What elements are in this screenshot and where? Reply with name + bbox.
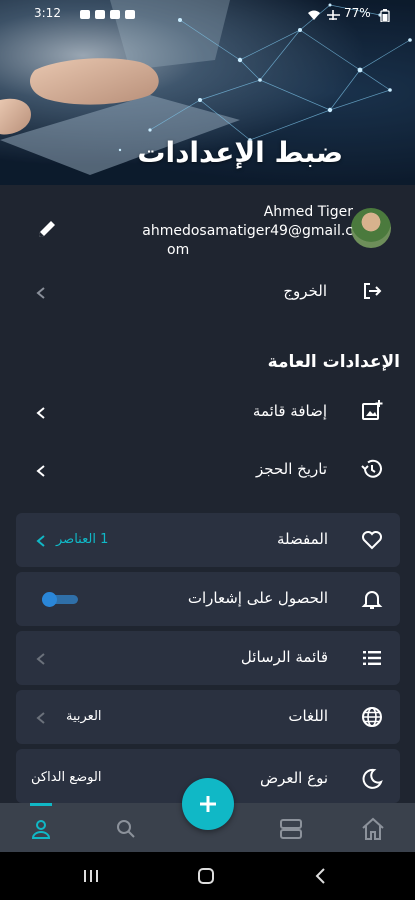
booking-history-label: تاريخ الحجز: [256, 460, 327, 478]
nav-bookings-icon[interactable]: [278, 817, 304, 845]
profile-email-line2: om: [167, 242, 190, 258]
history-icon: [360, 457, 384, 481]
profile-info: Ahmed Tiger ahmedosamatiger49@gmail.c om: [103, 203, 353, 260]
add-list-row[interactable]: إضافة قائمة: [0, 390, 415, 434]
favorites-label: المفضلة: [276, 530, 328, 548]
languages-card[interactable]: العربية اللغات: [16, 690, 400, 744]
general-settings-title: الإعدادات العامة: [267, 352, 400, 372]
chevron-left-icon: [34, 710, 48, 724]
current-display-mode: الوضع الداكن: [31, 770, 102, 785]
globe-icon: [360, 705, 384, 729]
heart-icon: [360, 528, 384, 552]
current-language: العربية: [66, 709, 102, 724]
chevron-left-icon: [34, 651, 48, 665]
status-battery-icon: [380, 9, 390, 31]
avatar[interactable]: [351, 208, 391, 248]
nav-home-icon[interactable]: [360, 816, 386, 846]
logout-icon: [360, 279, 384, 303]
add-fab-button[interactable]: [182, 778, 234, 830]
moon-icon: [360, 767, 384, 791]
chevron-left-icon: [34, 463, 48, 477]
recent-apps-icon[interactable]: [82, 868, 100, 888]
add-photo-icon: [360, 399, 384, 423]
status-wifi-icon: [307, 9, 341, 31]
notifications-toggle[interactable]: [42, 592, 78, 607]
messages-card[interactable]: قائمة الرسائل: [16, 631, 400, 685]
favorites-card[interactable]: 1 العناصر المفضلة: [16, 513, 400, 567]
logout-row[interactable]: الخروج: [0, 270, 415, 314]
profile-name: Ahmed Tiger: [263, 204, 353, 220]
profile-email-line1: ahmedosamatiger49@gmail.c: [142, 223, 353, 239]
nav-profile-icon[interactable]: [29, 817, 53, 845]
chevron-left-icon: [34, 533, 48, 547]
home-button-icon[interactable]: [197, 867, 215, 889]
status-time: 3:12: [34, 6, 61, 20]
status-battery: 77%: [344, 6, 371, 20]
status-notification-icons: [80, 9, 140, 31]
back-button-icon[interactable]: [314, 867, 328, 889]
logout-label: الخروج: [283, 282, 327, 300]
add-list-label: إضافة قائمة: [252, 402, 327, 420]
languages-label: اللغات: [288, 707, 328, 725]
active-tab-indicator: [30, 803, 52, 806]
notifications-card[interactable]: الحصول على إشعارات: [16, 572, 400, 626]
plus-icon: [200, 796, 216, 812]
notifications-label: الحصول على إشعارات: [187, 589, 328, 607]
chevron-left-icon: [34, 285, 48, 299]
page-title: ضبط الإعدادات: [137, 136, 343, 169]
list-icon: [360, 646, 384, 670]
booking-history-row[interactable]: تاريخ الحجز: [0, 448, 415, 492]
nav-search-icon[interactable]: [114, 817, 138, 845]
chevron-left-icon: [34, 405, 48, 419]
system-navigation-bar: [0, 852, 415, 900]
bell-icon: [360, 587, 384, 611]
display-mode-label: نوع العرض: [259, 769, 328, 787]
edit-profile-pencil-icon[interactable]: [36, 218, 58, 240]
favorites-count: 1 العناصر: [56, 532, 109, 547]
messages-label: قائمة الرسائل: [240, 648, 328, 666]
